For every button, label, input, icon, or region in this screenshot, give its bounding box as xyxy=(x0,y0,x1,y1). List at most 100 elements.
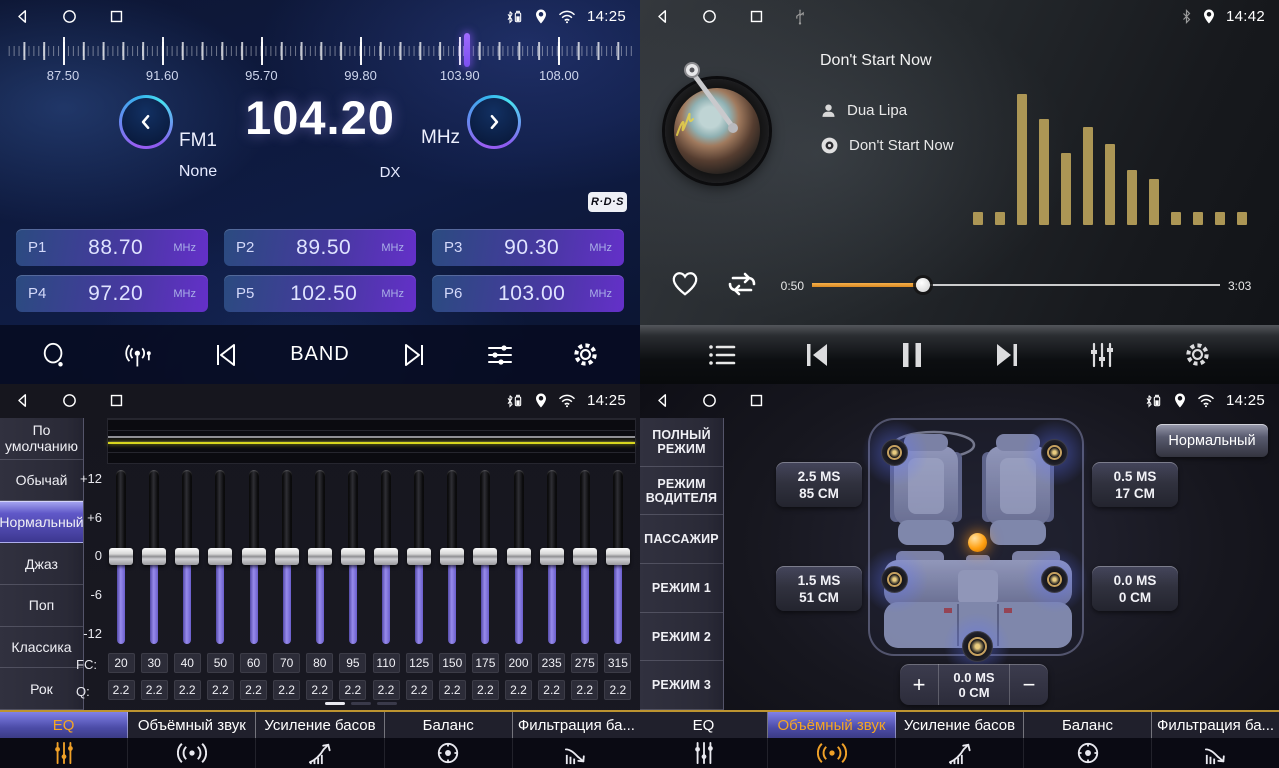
eq-fc-value[interactable]: 175 xyxy=(472,653,499,673)
eq-q-value[interactable]: 2.2 xyxy=(141,680,168,700)
home-icon[interactable] xyxy=(61,392,78,409)
eq-band-slider[interactable] xyxy=(404,470,434,644)
back-icon[interactable] xyxy=(654,392,671,409)
radio-preset-button[interactable]: P4 97.20 MHz xyxy=(16,275,208,312)
slider-handle[interactable] xyxy=(606,548,630,565)
eq-band-slider[interactable] xyxy=(537,470,567,644)
listening-mode-item[interactable]: РЕЖИМ 1 xyxy=(640,564,723,613)
eq-q-value[interactable]: 2.2 xyxy=(174,680,201,700)
eq-sliders-icon[interactable] xyxy=(0,738,128,768)
slider-handle[interactable] xyxy=(275,548,299,565)
listening-mode-item[interactable]: ПАССАЖИР xyxy=(640,515,723,564)
sound-profile-button[interactable]: Нормальный xyxy=(1156,424,1268,457)
eq-q-value[interactable]: 2.2 xyxy=(108,680,135,700)
settings-icon[interactable] xyxy=(1175,341,1219,368)
eq-band-slider[interactable] xyxy=(470,470,500,644)
back-icon[interactable] xyxy=(14,392,31,409)
eq-q-value[interactable]: 2.2 xyxy=(505,680,532,700)
slider-handle[interactable] xyxy=(142,548,166,565)
eq-band-slider[interactable] xyxy=(139,470,169,644)
bass-boost-icon[interactable] xyxy=(896,738,1024,768)
listening-mode-item[interactable]: ПОЛНЫЙ РЕЖИМ xyxy=(640,418,723,467)
tab-surround[interactable]: Объёмный звук xyxy=(128,712,256,738)
eq-band-slider[interactable] xyxy=(570,470,600,644)
radio-preset-button[interactable]: P1 88.70 MHz xyxy=(16,229,208,266)
back-icon[interactable] xyxy=(654,8,671,25)
eq-band-slider[interactable] xyxy=(305,470,335,644)
eq-q-value[interactable]: 2.2 xyxy=(373,680,400,700)
slider-handle[interactable] xyxy=(573,548,597,565)
slider-handle[interactable] xyxy=(341,548,365,565)
eq-fc-value[interactable]: 95 xyxy=(339,653,366,673)
eq-fc-value[interactable]: 80 xyxy=(306,653,333,673)
previous-icon[interactable] xyxy=(795,342,839,368)
eq-fc-value[interactable]: 110 xyxy=(373,653,400,673)
listening-mode-item[interactable]: РЕЖИМ 3 xyxy=(640,661,723,710)
eq-preset-item[interactable]: Рок xyxy=(0,668,83,710)
eq-fc-value[interactable]: 150 xyxy=(439,653,466,673)
eq-q-value[interactable]: 2.2 xyxy=(240,680,267,700)
eq-sliders-icon[interactable] xyxy=(640,738,768,768)
delay-front-left-button[interactable]: 2.5 MS 85 CM xyxy=(776,462,862,507)
eq-fc-value[interactable]: 40 xyxy=(174,653,201,673)
eq-fc-value[interactable]: 275 xyxy=(571,653,598,673)
eq-fc-value[interactable]: 125 xyxy=(406,653,433,673)
tab-balance[interactable]: Баланс xyxy=(1024,712,1152,738)
slider-handle[interactable] xyxy=(208,548,232,565)
slider-handle[interactable] xyxy=(175,548,199,565)
repeat-icon[interactable] xyxy=(724,269,760,299)
back-icon[interactable] xyxy=(14,8,31,25)
pause-icon[interactable] xyxy=(890,341,934,369)
eq-preset-item[interactable]: По умолчанию xyxy=(0,418,83,460)
delay-plus-button[interactable]: + xyxy=(900,664,938,705)
slider-handle[interactable] xyxy=(308,548,332,565)
filter-icon[interactable] xyxy=(1152,738,1279,768)
filter-icon[interactable] xyxy=(513,738,640,768)
eq-band-slider[interactable] xyxy=(338,470,368,644)
listening-mode-item[interactable]: РЕЖИМ 2 xyxy=(640,613,723,662)
balance-icon[interactable] xyxy=(1024,738,1152,768)
delay-rear-right-button[interactable]: 0.0 MS 0 CM xyxy=(1092,566,1178,611)
tab-balance[interactable]: Баланс xyxy=(385,712,513,738)
tab-surround[interactable]: Объёмный звук xyxy=(768,712,896,738)
eq-q-value[interactable]: 2.2 xyxy=(538,680,565,700)
eq-fc-value[interactable]: 20 xyxy=(108,653,135,673)
favorite-icon[interactable] xyxy=(670,270,700,297)
eq-band-slider[interactable] xyxy=(239,470,269,644)
eq-q-value[interactable]: 2.2 xyxy=(207,680,234,700)
tab-eq[interactable]: EQ xyxy=(0,712,128,738)
delay-front-right-button[interactable]: 0.5 MS 17 CM xyxy=(1092,462,1178,507)
eq-q-value[interactable]: 2.2 xyxy=(339,680,366,700)
recents-icon[interactable] xyxy=(108,392,125,409)
playlist-icon[interactable] xyxy=(700,343,744,367)
tab-bass-boost[interactable]: Усиление басов xyxy=(896,712,1024,738)
mixer-icon[interactable] xyxy=(1080,341,1124,369)
eq-band-slider[interactable] xyxy=(106,470,136,644)
slider-handle[interactable] xyxy=(440,548,464,565)
eq-band-slider[interactable] xyxy=(272,470,302,644)
surround-icon[interactable] xyxy=(128,738,256,768)
previous-icon[interactable] xyxy=(204,342,248,368)
listening-mode-item[interactable]: РЕЖИМ ВОДИТЕЛЯ xyxy=(640,467,723,516)
eq-q-value[interactable]: 2.2 xyxy=(439,680,466,700)
radio-preset-button[interactable]: P2 89.50 MHz xyxy=(224,229,416,266)
settings-icon[interactable] xyxy=(564,341,608,368)
radio-preset-button[interactable]: P3 90.30 MHz xyxy=(432,229,624,266)
eq-fc-value[interactable]: 60 xyxy=(240,653,267,673)
radio-preset-button[interactable]: P5 102.50 MHz xyxy=(224,275,416,312)
eq-q-value[interactable]: 2.2 xyxy=(306,680,333,700)
eq-fc-value[interactable]: 30 xyxy=(141,653,168,673)
tab-filter[interactable]: Фильтрация ба... xyxy=(513,712,640,738)
equalizer-icon[interactable] xyxy=(478,342,522,368)
eq-q-value[interactable]: 2.2 xyxy=(273,680,300,700)
band-button[interactable]: BAND xyxy=(290,343,350,366)
eq-band-slider[interactable] xyxy=(603,470,633,644)
eq-band-slider[interactable] xyxy=(437,470,467,644)
eq-q-value[interactable]: 2.2 xyxy=(604,680,631,700)
eq-band-slider[interactable] xyxy=(504,470,534,644)
eq-q-value[interactable]: 2.2 xyxy=(571,680,598,700)
scan-icon[interactable] xyxy=(32,341,76,369)
eq-band-slider[interactable] xyxy=(205,470,235,644)
delay-minus-button[interactable]: − xyxy=(1010,664,1048,705)
frequency-dial[interactable] xyxy=(8,36,632,66)
